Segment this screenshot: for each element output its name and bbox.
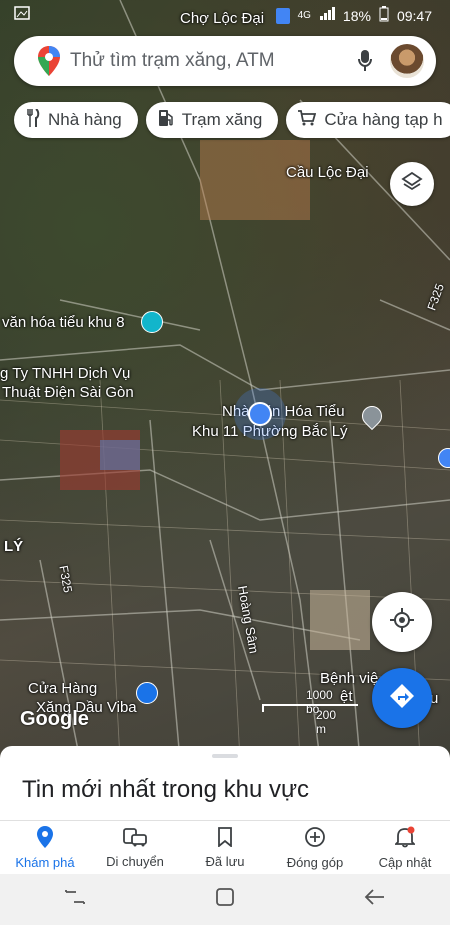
layers-icon [401,171,423,198]
label-cua-hang-1[interactable]: Cửa Hàng [28,680,97,697]
sheet-title: Tin mới nhất trong khu vực [22,776,310,803]
commute-icon [123,827,147,850]
my-location-dot[interactable] [248,402,272,426]
nav-label: Cập nhật [378,855,432,870]
bottom-nav: Khám phá Di chuyển Đã lưu Đóng góp Cập n… [0,820,450,875]
nav-label: Khám phá [15,855,75,870]
label-benh-vien-2[interactable]: ệt [340,688,353,705]
fork-knife-icon [26,107,40,132]
label-nha-van-hoa-2[interactable]: Khu 11 Phường Bắc Lý [192,423,348,440]
nav-label: Đã lưu [205,854,245,869]
recent-apps-icon[interactable] [64,888,86,911]
google-logo: Google [20,708,89,730]
nav-updates[interactable]: Cập nhật [360,821,450,875]
chip-restaurants[interactable]: Nhà hàng [14,102,138,138]
directions-icon [388,682,416,715]
nav-explore[interactable]: Khám phá [0,821,90,875]
chip-label: Cửa hàng tạp h [324,110,443,129]
label-benh-vien[interactable]: Bệnh việ [320,670,378,687]
nav-label: Di chuyển [106,854,164,869]
system-nav-bar [0,874,450,925]
nav-saved[interactable]: Đã lưu [180,821,270,875]
home-icon[interactable] [215,887,235,912]
my-location-button[interactable] [372,592,432,652]
avatar[interactable] [390,44,424,78]
label-van-hoa-khu8[interactable]: văn hóa tiểu khu 8 [2,314,125,331]
maps-notification-icon [275,7,290,24]
status-bar: 4G 18% 09:47 [0,0,450,30]
battery-percent: 18% [342,7,371,24]
sheet-handle[interactable] [212,754,238,758]
clock: 09:47 [396,7,432,24]
gallery-notification-icon [14,6,30,23]
label-cong-ty-2[interactable]: Thuật Điện Sài Gòn [2,384,134,401]
add-circle-icon [304,826,326,851]
maps-pin-icon [28,46,70,76]
directions-button[interactable] [372,668,432,728]
search-input[interactable]: Thử tìm trạm xăng, ATM [70,50,350,72]
scale-m-label: 200 m [316,708,337,736]
nav-label: Đóng góp [286,855,344,870]
label-cau-loc-dai[interactable]: Cầu Lộc Đại [286,164,369,181]
gas-station-icon [158,109,174,132]
network-label: 4G [297,10,311,21]
bookmark-icon [217,827,233,850]
back-icon[interactable] [364,888,386,911]
category-chips: Nhà hàng Trạm xăng Cửa hàng tạp h [14,102,450,138]
bottom-sheet[interactable]: Tin mới nhất trong khu vực [0,746,450,820]
label-ly: LÝ [4,538,24,555]
label-cong-ty-1[interactable]: g Ty TNHH Dịch Vụ [0,365,130,382]
signal-icon [319,7,335,24]
search-bar[interactable]: Thử tìm trạm xăng, ATM [14,36,436,86]
bell-icon [393,826,417,851]
label-nha-van-hoa-1[interactable]: Nhà Văn Hóa Tiểu [222,403,345,420]
nav-commute[interactable]: Di chuyển [90,821,180,875]
explore-pin-icon [37,826,53,851]
battery-icon [379,6,389,25]
mic-icon[interactable] [350,50,380,72]
museum-icon[interactable] [141,311,163,333]
nav-contribute[interactable]: Đóng góp [270,821,360,875]
crosshair-icon [389,607,415,638]
gas-station-map-icon[interactable] [136,682,158,704]
cart-icon [298,109,317,132]
chip-label: Nhà hàng [48,110,122,129]
layers-button[interactable] [390,162,434,206]
chip-grocery[interactable]: Cửa hàng tạp h [286,102,450,138]
chip-label: Trạm xăng [181,110,263,129]
chip-gas-stations[interactable]: Trạm xăng [145,102,279,138]
